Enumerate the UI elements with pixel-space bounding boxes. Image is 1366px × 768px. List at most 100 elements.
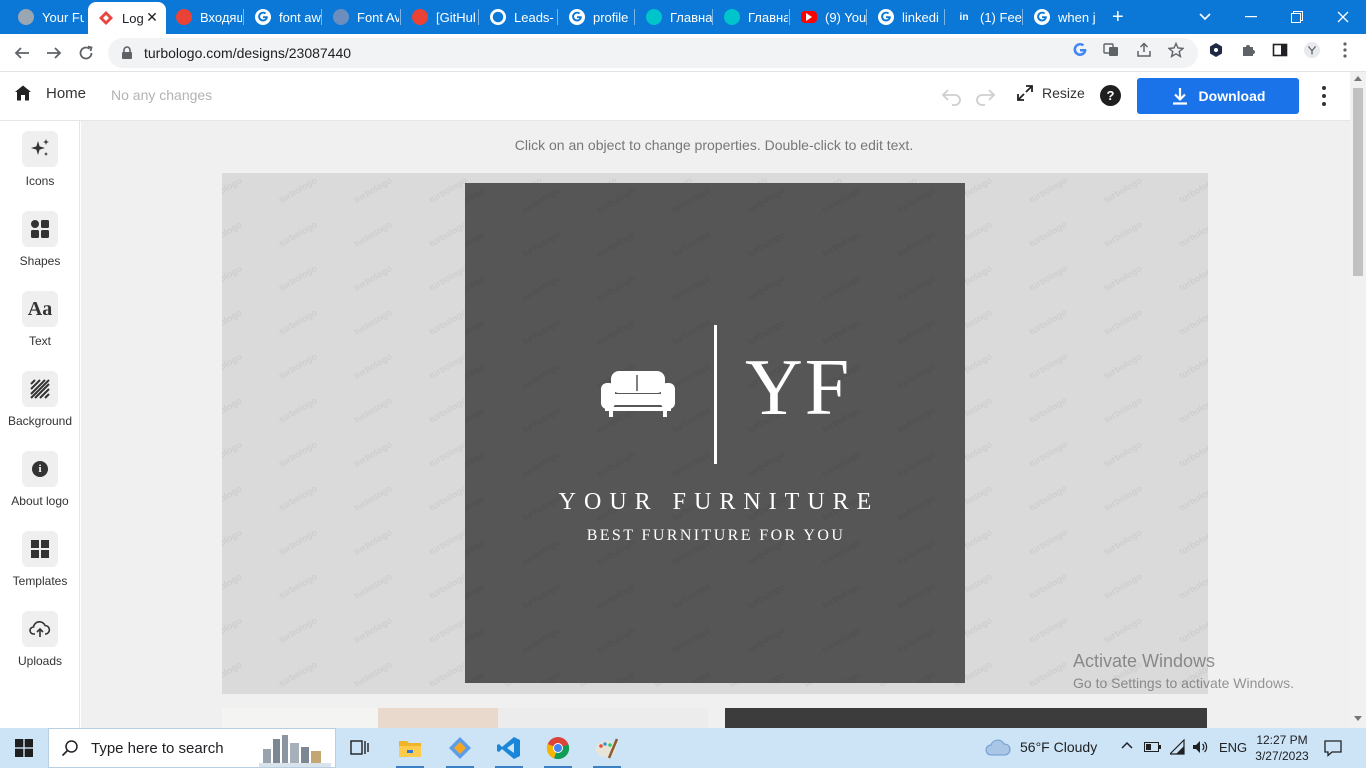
task-view-icon[interactable]	[336, 728, 384, 768]
watermark-text: turbologo	[745, 581, 787, 611]
weather-widget[interactable]: 56°F Cloudy	[984, 737, 1097, 757]
browser-tab[interactable]: font aw	[245, 4, 321, 30]
sidebar-item-label: Uploads	[17, 654, 63, 668]
browser-tab[interactable]: Your Fu	[8, 4, 84, 30]
watermark-text: turbologo	[595, 449, 637, 479]
resize-button[interactable]: Resize	[1016, 84, 1085, 102]
more-options-icon[interactable]	[1314, 84, 1334, 108]
lock-icon[interactable]	[120, 46, 134, 60]
profile-avatar-icon[interactable]	[1303, 41, 1321, 59]
close-tab-icon[interactable]: ✕	[144, 9, 160, 25]
home-button[interactable]: Home	[14, 84, 86, 102]
browser-tab[interactable]: (9) You	[791, 4, 867, 30]
thumbnail[interactable]	[498, 708, 708, 728]
taskbar-search[interactable]: Type here to search	[48, 728, 336, 768]
chrome-icon[interactable]	[534, 728, 582, 768]
watermark-text: turbologo	[222, 175, 244, 205]
page-scrollbar[interactable]	[1350, 72, 1366, 728]
sidebar-item-about-logo[interactable]: i About logo	[0, 441, 80, 513]
watermark-text: turbologo	[820, 625, 862, 655]
watermark-text: turbologo	[1027, 483, 1069, 513]
download-button[interactable]: Download	[1137, 78, 1299, 114]
wifi-icon[interactable]	[1168, 738, 1186, 758]
browser-tab[interactable]: Log ✕	[88, 2, 166, 34]
language-indicator[interactable]: ENG	[1219, 740, 1247, 755]
extensions-puzzle-icon[interactable]	[1239, 41, 1257, 59]
help-icon[interactable]: ?	[1100, 85, 1121, 106]
google-icon	[255, 9, 271, 25]
minimize-icon[interactable]	[1228, 0, 1274, 34]
tray-chevron-up-icon[interactable]	[1120, 738, 1134, 755]
thumbnail[interactable]	[725, 708, 1207, 728]
browser-tab[interactable]: in (1) Fee	[946, 4, 1022, 30]
logo-company-name[interactable]: YOUR FURNITURE	[465, 489, 965, 516]
browser-tab[interactable]: Главна	[714, 4, 788, 30]
new-tab-button[interactable]: +	[1106, 4, 1134, 30]
watermark-text: turbologo	[1177, 439, 1208, 469]
browser-tab[interactable]: Входящ	[166, 4, 242, 30]
watermark-text: turbologo	[277, 175, 319, 205]
watermark-text: turbologo	[352, 263, 394, 293]
activate-title: Activate Windows	[1073, 651, 1216, 671]
forward-icon[interactable]	[41, 40, 67, 66]
logo-canvas[interactable]: turbologo turbologo turbologo turbologo turb…	[465, 183, 965, 683]
vscode-icon[interactable]	[485, 728, 533, 768]
sofa-icon[interactable]	[601, 369, 675, 419]
sidebar-item-text[interactable]: Aa Text	[0, 281, 80, 353]
restore-icon[interactable]	[1274, 0, 1320, 34]
close-window-icon[interactable]	[1320, 0, 1366, 34]
browser-tab[interactable]: profile	[559, 4, 633, 30]
tab-separator	[944, 9, 945, 25]
browser-tab[interactable]: Font Av	[323, 4, 399, 30]
sidebar-item-background[interactable]: Background	[0, 361, 80, 433]
logo-slogan[interactable]: BEST FURNITURE FOR YOU	[465, 527, 965, 545]
battery-icon[interactable]	[1144, 741, 1162, 756]
system-clock[interactable]: 12:27 PM 3/27/2023	[1254, 732, 1310, 764]
windows-start-icon[interactable]	[0, 728, 48, 768]
url-text[interactable]: turbologo.com/designs/23087440	[144, 45, 351, 61]
watermark-text: turbologo	[465, 581, 487, 611]
watermark-text: turbologo	[1177, 571, 1208, 601]
translate-icon[interactable]	[1102, 41, 1120, 59]
browser-tab[interactable]: when j	[1024, 4, 1100, 30]
bookmark-star-icon[interactable]	[1167, 41, 1185, 59]
browser-tab-label: Входящ	[200, 9, 242, 25]
browser-tab-label: (9) You	[825, 9, 867, 25]
browser-tab[interactable]: Главна	[636, 4, 712, 30]
scrollbar-thumb[interactable]	[1353, 88, 1363, 276]
sidebar-item-icons[interactable]: Icons	[0, 121, 80, 193]
watermark-text: turbologo	[745, 625, 787, 655]
redo-icon[interactable]	[973, 84, 997, 108]
file-explorer-icon[interactable]	[386, 728, 434, 768]
browser-tab[interactable]: linkedi	[868, 4, 944, 30]
logo-monogram[interactable]: YF	[745, 348, 851, 428]
watermark-text: turbologo	[1102, 175, 1144, 205]
tab-search-icon[interactable]	[1182, 0, 1228, 34]
thumbnail[interactable]	[222, 708, 378, 728]
browser-tab-strip: Your Fu Log ✕ Входящ font aw Font Av [GitHul Le…	[0, 0, 1366, 34]
paint-icon[interactable]	[583, 728, 631, 768]
address-bar[interactable]: turbologo.com/designs/23087440	[108, 38, 1198, 68]
volume-icon[interactable]	[1192, 739, 1208, 758]
logo-divider[interactable]	[714, 325, 717, 464]
side-panel-icon[interactable]	[1271, 41, 1289, 59]
share-icon[interactable]	[1135, 41, 1153, 59]
watermark-text: turbologo	[745, 229, 787, 259]
sidebar-item-uploads[interactable]: Uploads	[0, 601, 80, 673]
browser-tab[interactable]: Leads-	[480, 4, 556, 30]
browser-tab[interactable]: [GitHul	[402, 4, 478, 30]
sidebar-item-templates[interactable]: Templates	[0, 521, 80, 593]
google-lens-icon[interactable]	[1071, 41, 1089, 59]
undo-icon[interactable]	[940, 84, 964, 108]
app-diamond-icon[interactable]	[436, 728, 484, 768]
chrome-menu-icon[interactable]	[1336, 41, 1354, 59]
watermark-text: turbologo	[745, 317, 787, 347]
watermark-text: turbologo	[1177, 219, 1208, 249]
watermark-text: turbologo	[1027, 219, 1069, 249]
reload-icon[interactable]	[73, 40, 99, 66]
sidebar-item-shapes[interactable]: Shapes	[0, 201, 80, 273]
extension-hexagon-icon[interactable]	[1207, 41, 1225, 59]
notifications-icon[interactable]	[1324, 739, 1342, 760]
thumbnail[interactable]	[378, 708, 498, 728]
back-icon[interactable]	[9, 40, 35, 66]
